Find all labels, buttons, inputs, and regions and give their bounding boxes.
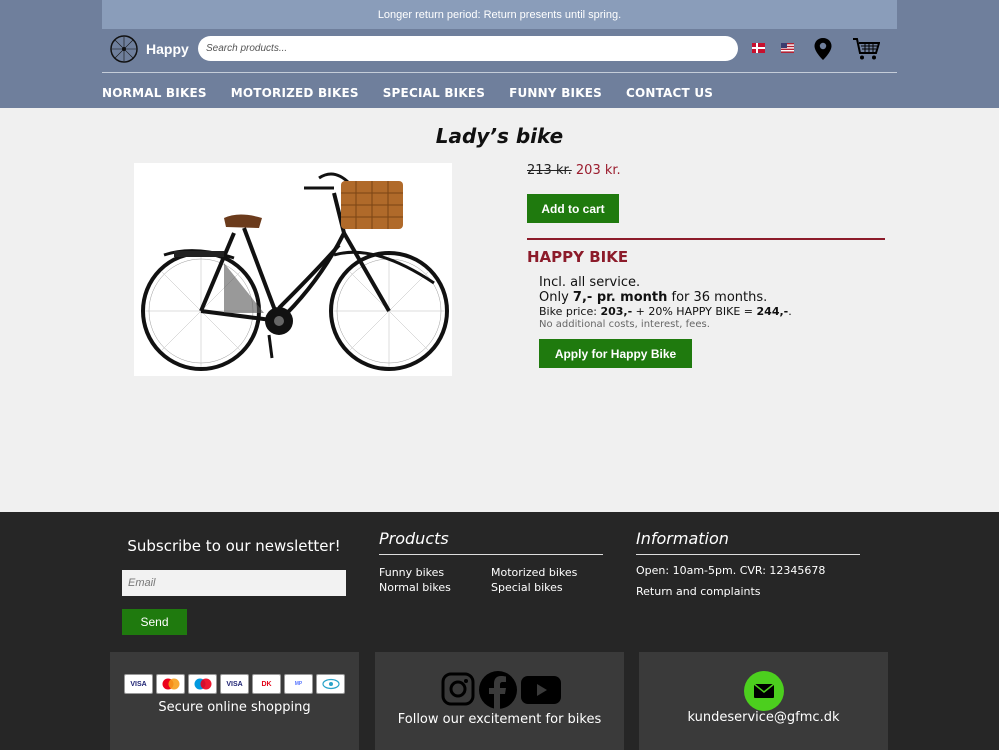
search-input[interactable] (198, 36, 738, 61)
nav-special-bikes[interactable]: SPECIAL BIKES (383, 86, 485, 100)
nav-contact-us[interactable]: CONTACT US (626, 86, 713, 100)
site-footer: Subscribe to our newsletter! Send Produc… (0, 512, 999, 750)
dankort-icon: DK (252, 674, 281, 694)
nav-motorized-bikes[interactable]: MOTORIZED BIKES (231, 86, 359, 100)
contact-box: kundeservice@gfmc.dk (639, 652, 888, 750)
footer-link-special-bikes[interactable]: Special bikes (491, 581, 563, 594)
visa-card-icon: VISA (124, 674, 153, 694)
maestro-card-icon (188, 674, 217, 694)
sale-price: 203 kr. (575, 163, 621, 178)
promo-banner: Longer return period: Return presents un… (102, 0, 897, 29)
products-heading: Products (379, 529, 449, 548)
us-flag-icon[interactable] (781, 43, 794, 53)
mail-icon[interactable] (744, 671, 784, 711)
site-header: Longer return period: Return presents un… (0, 0, 999, 108)
mobilepay-icon: MP (284, 674, 313, 694)
price: 213 kr. 203 kr. (527, 163, 621, 178)
old-price: 213 kr. (527, 163, 572, 178)
facebook-icon[interactable] (479, 671, 517, 709)
add-to-cart-button[interactable]: Add to cart (527, 194, 619, 223)
danish-flag-icon[interactable] (752, 43, 765, 53)
logo-wheel-icon[interactable] (110, 35, 138, 63)
happy-bike-price-calc: Bike price: 203,- + 20% HAPPY BIKE = 244… (539, 305, 792, 318)
header-divider (102, 72, 897, 73)
visa-electron-card-icon: VISA (220, 674, 249, 694)
social-box: Follow our excitement for bikes (375, 652, 624, 750)
eye-icon (316, 674, 345, 694)
mastercard-icon (156, 674, 185, 694)
returns-link[interactable]: Return and complaints (636, 585, 761, 598)
information-divider (636, 554, 860, 555)
instagram-icon[interactable] (441, 672, 475, 706)
nav-funny-bikes[interactable]: FUNNY BIKES (509, 86, 602, 100)
footer-link-normal-bikes[interactable]: Normal bikes (379, 581, 451, 594)
logo-text[interactable]: Happy (146, 41, 189, 57)
apply-happy-bike-button[interactable]: Apply for Happy Bike (539, 339, 692, 368)
newsletter-email-input[interactable] (122, 570, 346, 596)
payment-cards: VISA VISA DK MP (124, 674, 345, 694)
opening-hours: Open: 10am-5pm. CVR: 12345678 (636, 564, 826, 577)
newsletter-send-button[interactable]: Send (122, 609, 187, 635)
happy-bike-no-fees: No additional costs, interest, fees. (539, 319, 710, 330)
secure-shopping-text: Secure online shopping (158, 700, 311, 715)
shopping-cart-icon[interactable] (852, 37, 880, 61)
happy-bike-monthly: Only 7,- pr. month for 36 months. (539, 290, 768, 305)
product-image[interactable] (134, 163, 452, 376)
happy-bike-title: HAPPY BIKE (527, 248, 629, 266)
happy-bike-service: Incl. all service. (539, 275, 641, 290)
newsletter-title: Subscribe to our newsletter! (127, 537, 341, 555)
information-heading: Information (636, 529, 729, 548)
location-pin-icon[interactable] (813, 37, 833, 61)
products-divider (379, 554, 603, 555)
footer-link-funny-bikes[interactable]: Funny bikes (379, 566, 444, 579)
bicycle-image (141, 172, 449, 371)
nav-normal-bikes[interactable]: NORMAL BIKES (102, 86, 207, 100)
follow-text: Follow our excitement for bikes (397, 712, 602, 727)
youtube-icon[interactable] (521, 676, 561, 704)
footer-link-motorized-bikes[interactable]: Motorized bikes (491, 566, 577, 579)
product-title: Lady’s bike (435, 124, 564, 148)
secure-shopping-box: VISA VISA DK MP Secure online shopping (110, 652, 359, 750)
main-nav: NORMAL BIKES MOTORIZED BIKES SPECIAL BIK… (102, 86, 713, 100)
happy-bike-divider (527, 238, 885, 240)
contact-email-link[interactable]: kundeservice@gfmc.dk (639, 710, 888, 725)
